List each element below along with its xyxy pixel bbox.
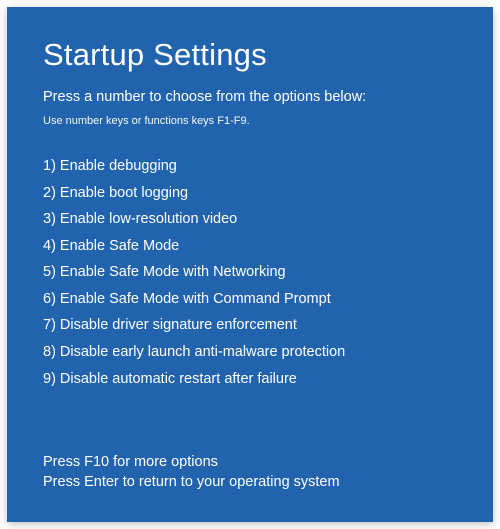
subtitle: Press a number to choose from the option… [43, 89, 457, 105]
option-enable-safe-mode-command-prompt[interactable]: 6) Enable Safe Mode with Command Prompt [43, 290, 457, 310]
option-disable-early-launch-anti-malware[interactable]: 8) Disable early launch anti-malware pro… [43, 343, 457, 363]
option-enable-safe-mode-networking[interactable]: 5) Enable Safe Mode with Networking [43, 263, 457, 283]
option-disable-automatic-restart[interactable]: 9) Disable automatic restart after failu… [43, 370, 457, 390]
options-list: 1) Enable debugging 2) Enable boot loggi… [43, 157, 457, 389]
keyboard-hint: Use number keys or functions keys F1-F9. [43, 115, 457, 127]
startup-settings-screen: Startup Settings Press a number to choos… [7, 7, 493, 522]
more-options-hint[interactable]: Press F10 for more options [43, 454, 457, 470]
page-title: Startup Settings [43, 37, 457, 73]
option-enable-boot-logging[interactable]: 2) Enable boot logging [43, 184, 457, 204]
return-hint[interactable]: Press Enter to return to your operating … [43, 474, 457, 490]
option-enable-debugging[interactable]: 1) Enable debugging [43, 157, 457, 177]
option-enable-safe-mode[interactable]: 4) Enable Safe Mode [43, 237, 457, 257]
footer: Press F10 for more options Press Enter t… [43, 454, 457, 498]
option-disable-driver-signature-enforcement[interactable]: 7) Disable driver signature enforcement [43, 316, 457, 336]
option-enable-low-resolution-video[interactable]: 3) Enable low-resolution video [43, 210, 457, 230]
